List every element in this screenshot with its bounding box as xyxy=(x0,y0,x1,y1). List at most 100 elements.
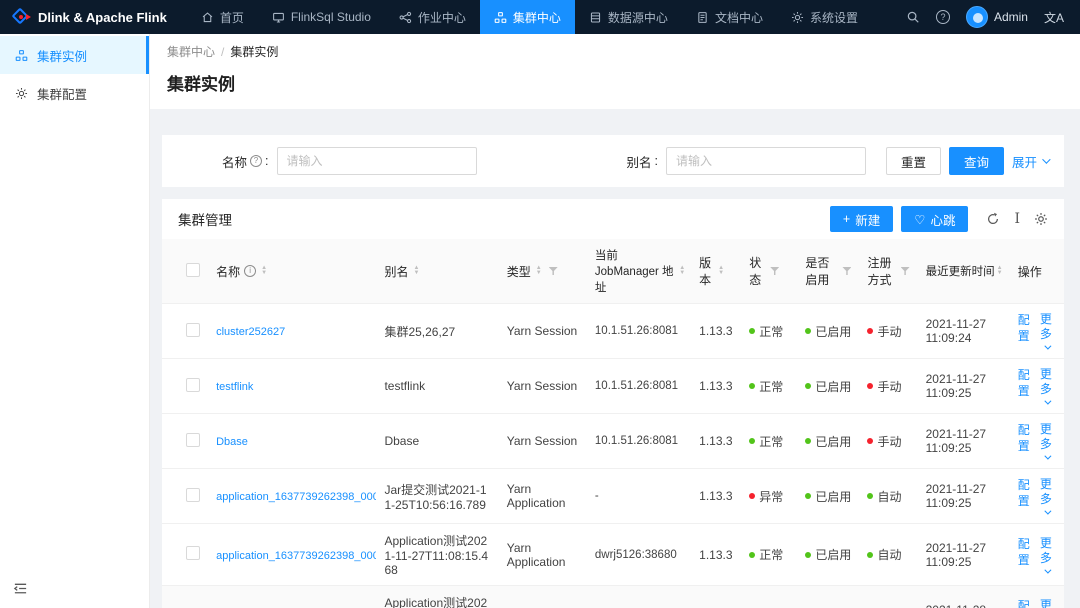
new-button[interactable]: + 新建 xyxy=(829,206,894,232)
enabled-text: 已启用 xyxy=(815,489,852,504)
sorter-icon[interactable]: ▲ ▼ xyxy=(413,265,419,276)
nav-item-job-center[interactable]: 作业中心 xyxy=(385,0,480,34)
user-menu[interactable]: Admin xyxy=(965,6,1028,28)
nav-item-home[interactable]: 首页 xyxy=(187,0,258,34)
filter-icon[interactable] xyxy=(770,267,780,275)
page-header: 集群中心 / 集群实例 集群实例 xyxy=(150,34,1080,109)
alias-input[interactable] xyxy=(666,147,866,175)
version-cell: 1.13.3 xyxy=(693,413,742,469)
filter-icon[interactable] xyxy=(842,267,852,275)
enabled-text: 已启用 xyxy=(815,324,852,339)
sidebar-item-label: 集群配置 xyxy=(37,87,88,102)
row-checkbox[interactable] xyxy=(186,546,200,560)
row-checkbox[interactable] xyxy=(186,487,200,502)
sidebar-item-label: 集群实例 xyxy=(37,49,88,64)
row-checkbox[interactable] xyxy=(186,377,200,392)
reload-icon[interactable] xyxy=(986,212,1000,226)
config-link[interactable]: 配置 xyxy=(1018,536,1030,568)
select-all-checkbox[interactable] xyxy=(186,262,200,277)
col-type: 类型 xyxy=(506,264,531,279)
type-cell: Yarn Application xyxy=(498,468,587,524)
address-cell: dwrj5126:38680 xyxy=(586,523,694,586)
more-link[interactable]: 更多 xyxy=(1040,598,1056,608)
sorter-icon[interactable]: ▲ ▼ xyxy=(997,265,1003,276)
cluster-name-link[interactable]: application_1637739262398_0004 xyxy=(216,550,376,562)
nav-item-system-settings[interactable]: 系统设置 xyxy=(777,0,872,34)
column-height-icon[interactable]: I xyxy=(1014,212,1020,226)
table-toolbar: + 新建 ♡ 心跳 I xyxy=(829,206,1048,232)
register-dot xyxy=(867,551,874,558)
table-tool-icons: I xyxy=(986,212,1048,226)
name-input[interactable] xyxy=(276,147,477,175)
address-cell: 10.1.51.26:8081 xyxy=(586,303,694,359)
alias-field: 别名: xyxy=(627,147,866,175)
help-icon[interactable]: ? xyxy=(935,10,950,24)
config-link[interactable]: 配置 xyxy=(1018,477,1030,509)
row-checkbox[interactable] xyxy=(186,322,200,337)
cluster-name-link[interactable]: Dbase xyxy=(216,436,248,448)
alias-cell: Jar提交测试2021-11-25T10:56:16.789 xyxy=(376,468,499,524)
sidebar-collapse-button[interactable] xyxy=(13,581,28,599)
sidebar: 集群实例 集群配置 xyxy=(0,34,150,608)
cluster-name-link[interactable]: cluster252627 xyxy=(216,326,285,338)
cluster-name-link[interactable]: application_1637739262398_0003 xyxy=(216,491,376,503)
filter-icon[interactable] xyxy=(900,267,910,275)
filter-icon[interactable] xyxy=(548,267,558,275)
status-dot xyxy=(749,328,756,334)
more-link[interactable]: 更多 xyxy=(1040,422,1056,460)
col-name: 名称 xyxy=(216,264,241,279)
app-brand[interactable]: Dlink & Apache Flink xyxy=(0,7,187,26)
avatar xyxy=(965,6,988,28)
type-cell: Yarn Application xyxy=(498,523,587,586)
register-text: 自动 xyxy=(877,548,902,562)
top-navbar: Dlink & Apache Flink 首页 FlinkSql Studio … xyxy=(0,0,1080,34)
sorter-icon[interactable]: ▲ ▼ xyxy=(261,265,267,276)
translate-icon[interactable]: 文A xyxy=(1044,9,1064,26)
nav-item-document-center[interactable]: 文档中心 xyxy=(682,0,777,34)
search-icon[interactable] xyxy=(906,10,920,24)
brand-title: Dlink & Apache Flink xyxy=(38,9,167,25)
nav-item-label: 集群中心 xyxy=(512,10,561,25)
reset-button[interactable]: 重置 xyxy=(885,147,941,175)
config-link[interactable]: 配置 xyxy=(1018,598,1030,608)
table-header-row: 名称 i ▲ ▼ 别名 ▲ ▼ 类型 ▲ ▼ 当前 JobManager 地址 ▲ ▼ 版本 ▲ ▼ … xyxy=(162,239,1064,304)
register-text: 手动 xyxy=(877,379,902,394)
cluster-table: 名称 i ▲ ▼ 别名 ▲ ▼ 类型 ▲ ▼ 当前 JobManager 地址 ▲ ▼ 版本 ▲ ▼ … xyxy=(162,239,1064,608)
status-text: 异常 xyxy=(759,489,784,504)
config-link[interactable]: 配置 xyxy=(1018,422,1030,454)
status-dot xyxy=(749,383,756,389)
register-text: 手动 xyxy=(877,324,902,339)
enabled-dot xyxy=(805,438,812,444)
nav-item-datasource-center[interactable]: 数据源中心 xyxy=(575,0,682,34)
settings-icon[interactable] xyxy=(1034,212,1048,226)
breadcrumb-separator: / xyxy=(221,45,225,59)
nav-item-flinksql-studio[interactable]: FlinkSql Studio xyxy=(258,0,385,34)
expand-link[interactable]: 展开 xyxy=(1012,152,1051,171)
more-link[interactable]: 更多 xyxy=(1040,536,1056,574)
database-icon xyxy=(590,12,601,22)
config-link[interactable]: 配置 xyxy=(1018,367,1030,399)
sidebar-item-cluster-config[interactable]: 集群配置 xyxy=(0,74,149,112)
breadcrumb-section[interactable]: 集群中心 xyxy=(167,45,215,59)
cluster-name-link[interactable]: testflink xyxy=(216,381,253,393)
alias-cell: Application测试2021-11-28T23:34:29.556 xyxy=(376,585,499,608)
cluster-table-card: 集群管理 + 新建 ♡ 心跳 I 名称 i ▲ ▼ 别名 ▲ ▼ 类型 ▲ ▼ … xyxy=(162,199,1064,608)
gear-icon xyxy=(15,87,28,99)
sidebar-item-cluster-instance[interactable]: 集群实例 xyxy=(0,36,149,74)
sorter-icon[interactable]: ▲ ▼ xyxy=(679,265,685,276)
more-link[interactable]: 更多 xyxy=(1040,312,1056,350)
heartbeat-button[interactable]: ♡ 心跳 xyxy=(901,206,969,232)
updated-cell: 2021-11-27 11:09:24 xyxy=(917,303,1010,359)
table-row: testflink testflink Yarn Session 10.1.51… xyxy=(162,358,1064,414)
search-button[interactable]: 查询 xyxy=(948,147,1004,175)
more-link[interactable]: 更多 xyxy=(1040,477,1056,515)
sorter-icon[interactable]: ▲ ▼ xyxy=(718,265,724,276)
config-link[interactable]: 配置 xyxy=(1018,312,1030,344)
sorter-icon[interactable]: ▲ ▼ xyxy=(536,265,542,276)
row-checkbox[interactable] xyxy=(186,432,200,447)
card-title: 集群管理 xyxy=(178,213,232,228)
more-link[interactable]: 更多 xyxy=(1040,367,1056,405)
version-cell: 1.13.3 xyxy=(693,523,742,586)
nav-item-cluster-center[interactable]: 集群中心 xyxy=(479,0,575,34)
col-updated: 最近更新时间 xyxy=(925,266,995,278)
